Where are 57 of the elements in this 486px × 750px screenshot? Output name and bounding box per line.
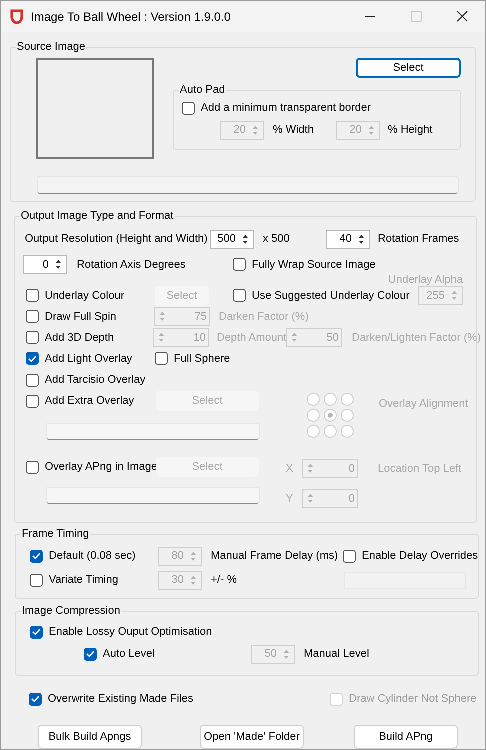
apng-path-field[interactable] bbox=[46, 487, 260, 504]
app-logo-icon bbox=[9, 8, 25, 24]
auto-level-checkbox[interactable]: Auto Level bbox=[84, 648, 155, 660]
default-timing-checkbox[interactable]: Default (0.08 sec) bbox=[30, 550, 136, 562]
delay-overrides-checkbox[interactable]: Enable Delay Overrides bbox=[343, 550, 478, 562]
label-text: Depth Amount bbox=[217, 330, 287, 344]
group-title: Frame Timing bbox=[21, 527, 90, 541]
maximize-icon bbox=[410, 11, 422, 22]
label-text: Darken Factor (%) bbox=[219, 310, 309, 324]
apng-overlay-checkbox[interactable]: Overlay APng in Image bbox=[26, 460, 158, 474]
variate-timing-checkbox[interactable]: Variate Timing bbox=[30, 574, 118, 586]
group-title: Output Image Type and Format bbox=[20, 209, 175, 223]
label-text: Rotation Axis Degrees bbox=[77, 258, 186, 272]
label-text: Underlay Alpha bbox=[388, 272, 463, 286]
underlay-checkbox[interactable]: Underlay Colour bbox=[26, 289, 124, 302]
label-text: % Width bbox=[273, 123, 314, 137]
group-title: Source Image bbox=[16, 40, 86, 54]
label-text: Manual Frame Delay (ms) bbox=[211, 549, 338, 563]
action-button[interactable]: Open 'Made' Folder bbox=[200, 725, 304, 749]
number-spinner[interactable]: 500 bbox=[210, 230, 254, 248]
group-title: Auto Pad bbox=[179, 83, 226, 97]
label-text: % Height bbox=[388, 123, 433, 137]
full-sphere-checkbox[interactable]: Full Sphere bbox=[155, 352, 230, 365]
label-text: Output Resolution (Height and Width) bbox=[25, 232, 208, 246]
overlay-path-field[interactable] bbox=[46, 423, 260, 440]
checkmark-icon bbox=[86, 650, 95, 658]
select-button[interactable]: Select bbox=[356, 58, 461, 78]
label-text: Rotation Frames bbox=[378, 232, 460, 246]
light-overlay-checkbox[interactable]: Add Light Overlay bbox=[26, 352, 132, 365]
checkmark-icon bbox=[28, 354, 37, 362]
full-spin-checkbox[interactable]: Draw Full Spin bbox=[26, 310, 117, 323]
action-button[interactable]: Build APng bbox=[354, 725, 458, 749]
overwrite-checkbox[interactable]: Overwrite Existing Made Files bbox=[29, 692, 194, 706]
label-text: x 500 bbox=[263, 232, 290, 246]
label-text: X bbox=[286, 462, 294, 476]
checkmark-icon bbox=[31, 695, 40, 703]
depth-checkbox[interactable]: Add 3D Depth bbox=[26, 331, 114, 344]
border-checkbox[interactable]: Add a minimum transparent border bbox=[182, 102, 371, 114]
window-title: Image To Ball Wheel : Version 1.9.0.0 bbox=[31, 10, 232, 24]
group-title: Image Compression bbox=[21, 604, 122, 618]
label-text: Location Top Left bbox=[378, 462, 462, 476]
extra-overlay-checkbox[interactable]: Add Extra Overlay bbox=[26, 394, 134, 408]
label-text: +/- % bbox=[211, 573, 237, 587]
number-spinner[interactable]: 40 bbox=[326, 230, 370, 248]
checkmark-icon bbox=[32, 628, 41, 636]
close-icon bbox=[456, 11, 468, 22]
label-text: Y bbox=[286, 492, 294, 506]
lossy-checkbox[interactable]: Enable Lossy Ouput Optimisation bbox=[30, 626, 212, 638]
suggested-underlay-checkbox[interactable]: Use Suggested Underlay Colour bbox=[233, 289, 410, 302]
checkmark-icon bbox=[32, 552, 41, 560]
tarcisio-overlay-checkbox[interactable]: Add Tarcisio Overlay bbox=[26, 374, 146, 386]
number-spinner[interactable]: 0 bbox=[23, 255, 67, 274]
label-text: Overlay Alignment bbox=[379, 397, 468, 411]
label-text: Manual Level bbox=[304, 647, 370, 661]
wrap-checkbox[interactable]: Fully Wrap Source Image bbox=[233, 258, 376, 271]
label-text: Darken/Lighten Factor (%) bbox=[352, 330, 481, 344]
action-button[interactable]: Bulk Build Apngs bbox=[38, 725, 142, 749]
